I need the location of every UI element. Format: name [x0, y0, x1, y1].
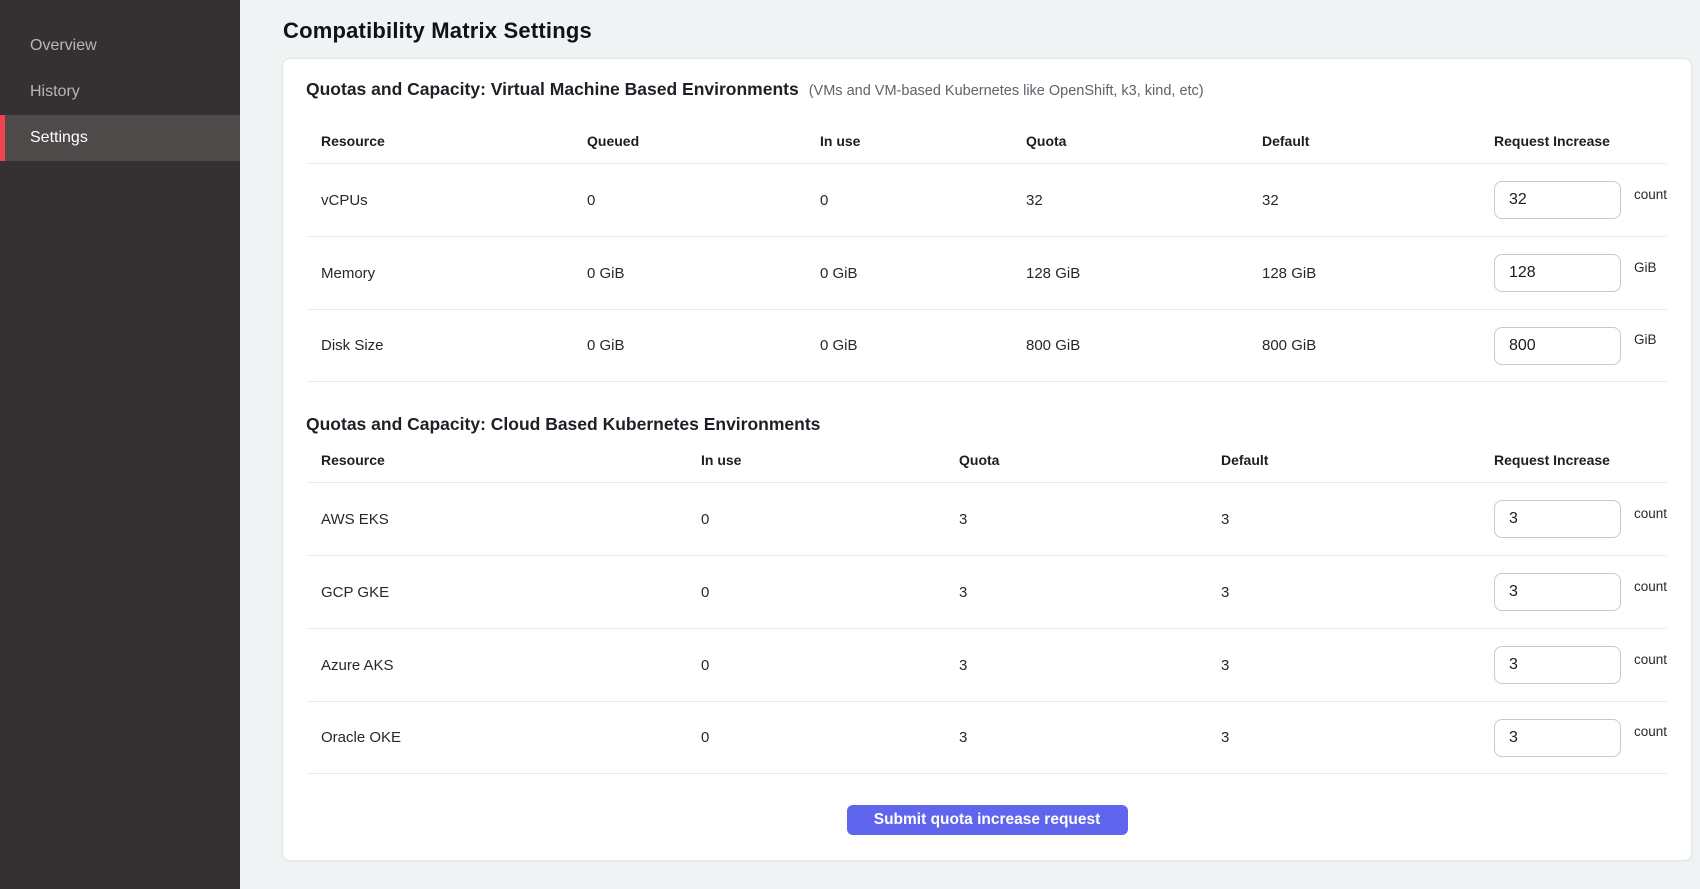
vm-quota-table: Resource Queued In use Quota Default Req… — [307, 101, 1667, 382]
cell-in-use: 0 — [806, 192, 1012, 209]
unit-label: count — [1634, 187, 1667, 202]
cell-in-use: 0 GiB — [806, 265, 1012, 282]
cell-request-increase: count — [1480, 181, 1667, 219]
cell-request-increase: count — [1480, 573, 1667, 611]
unit-label: count — [1634, 579, 1667, 594]
cell-quota: 3 — [945, 511, 1207, 528]
cell-request-increase: GiB — [1480, 254, 1667, 292]
cell-in-use: 0 — [687, 584, 945, 601]
table-row: Disk Size0 GiB0 GiB800 GiB800 GiBGiB — [307, 309, 1667, 382]
request-increase-input[interactable] — [1494, 646, 1621, 684]
cell-default: 3 — [1207, 584, 1480, 601]
cell-request-increase: count — [1480, 646, 1667, 684]
cell-request-increase: count — [1480, 500, 1667, 538]
table-row: Azure AKS033count — [307, 628, 1667, 701]
cell-in-use: 0 — [687, 657, 945, 674]
cell-quota: 32 — [1012, 192, 1248, 209]
column-header-default: Default — [1248, 101, 1480, 163]
column-header-request-increase: Request Increase — [1480, 436, 1667, 482]
cell-quota: 800 GiB — [1012, 337, 1248, 354]
cell-in-use: 0 — [687, 511, 945, 528]
submit-row: Submit quota increase request — [307, 774, 1667, 835]
cloud-table-body: AWS EKS033countGCP GKE033countAzure AKS0… — [307, 482, 1667, 774]
cell-resource: Oracle OKE — [307, 729, 687, 746]
settings-card: Quotas and Capacity: Virtual Machine Bas… — [282, 58, 1692, 861]
cloud-section-header: Quotas and Capacity: Cloud Based Kuberne… — [306, 412, 1667, 436]
cell-resource: GCP GKE — [307, 584, 687, 601]
vm-table-body: vCPUs003232countMemory0 GiB0 GiB128 GiB1… — [307, 163, 1667, 382]
column-header-default: Default — [1207, 436, 1480, 482]
request-increase-input[interactable] — [1494, 327, 1621, 365]
cell-in-use: 0 — [687, 729, 945, 746]
unit-label: count — [1634, 652, 1667, 667]
table-row: Oracle OKE033count — [307, 701, 1667, 774]
table-row: vCPUs003232count — [307, 163, 1667, 236]
vm-section-title: Quotas and Capacity: Virtual Machine Bas… — [306, 77, 799, 101]
submit-quota-increase-button[interactable]: Submit quota increase request — [847, 805, 1128, 835]
column-header-in-use: In use — [687, 436, 945, 482]
cell-default: 3 — [1207, 657, 1480, 674]
request-increase-input[interactable] — [1494, 719, 1621, 757]
sidebar-item-settings[interactable]: Settings — [0, 115, 240, 161]
cloud-quota-table: Resource In use Quota Default Request In… — [307, 436, 1667, 774]
request-increase-input[interactable] — [1494, 254, 1621, 292]
cloud-quota-section: Quotas and Capacity: Cloud Based Kuberne… — [307, 412, 1667, 774]
main-content: Compatibility Matrix Settings Quotas and… — [240, 0, 1700, 889]
cloud-table-header-row: Resource In use Quota Default Request In… — [307, 436, 1667, 482]
cell-resource: vCPUs — [307, 192, 573, 209]
cell-quota: 3 — [945, 584, 1207, 601]
cell-queued: 0 GiB — [573, 337, 806, 354]
cell-request-increase: count — [1480, 719, 1667, 757]
cell-default: 3 — [1207, 511, 1480, 528]
column-header-queued: Queued — [573, 101, 806, 163]
vm-section-subtitle: (VMs and VM-based Kubernetes like OpenSh… — [809, 83, 1204, 99]
cell-request-increase: GiB — [1480, 327, 1667, 365]
column-header-resource: Resource — [307, 436, 687, 482]
cell-default: 800 GiB — [1248, 337, 1480, 354]
page-title: Compatibility Matrix Settings — [283, 18, 1692, 44]
request-increase-input[interactable] — [1494, 573, 1621, 611]
table-row: GCP GKE033count — [307, 555, 1667, 628]
cell-quota: 3 — [945, 657, 1207, 674]
cell-resource: Memory — [307, 265, 573, 282]
table-row: Memory0 GiB0 GiB128 GiB128 GiBGiB — [307, 236, 1667, 309]
app-window: Overview History Settings Compatibility … — [0, 0, 1700, 889]
unit-label: count — [1634, 506, 1667, 521]
column-header-quota: Quota — [1012, 101, 1248, 163]
cell-queued: 0 — [573, 192, 806, 209]
cloud-section-title: Quotas and Capacity: Cloud Based Kuberne… — [306, 412, 820, 436]
request-increase-input[interactable] — [1494, 181, 1621, 219]
cell-quota: 128 GiB — [1012, 265, 1248, 282]
cell-resource: Disk Size — [307, 337, 573, 354]
cell-resource: Azure AKS — [307, 657, 687, 674]
cell-default: 3 — [1207, 729, 1480, 746]
cell-default: 32 — [1248, 192, 1480, 209]
sidebar-item-history[interactable]: History — [0, 69, 240, 115]
cell-resource: AWS EKS — [307, 511, 687, 528]
sidebar: Overview History Settings — [0, 0, 240, 889]
vm-table-header-row: Resource Queued In use Quota Default Req… — [307, 101, 1667, 163]
cell-in-use: 0 GiB — [806, 337, 1012, 354]
column-header-resource: Resource — [307, 101, 573, 163]
unit-label: GiB — [1634, 260, 1657, 275]
column-header-request-increase: Request Increase — [1480, 101, 1667, 163]
vm-quota-section: Quotas and Capacity: Virtual Machine Bas… — [307, 77, 1667, 382]
table-row: AWS EKS033count — [307, 482, 1667, 555]
cell-queued: 0 GiB — [573, 265, 806, 282]
sidebar-item-overview[interactable]: Overview — [0, 23, 240, 69]
vm-section-header: Quotas and Capacity: Virtual Machine Bas… — [306, 77, 1667, 101]
cell-default: 128 GiB — [1248, 265, 1480, 282]
column-header-in-use: In use — [806, 101, 1012, 163]
unit-label: GiB — [1634, 332, 1657, 347]
column-header-quota: Quota — [945, 436, 1207, 482]
cell-quota: 3 — [945, 729, 1207, 746]
unit-label: count — [1634, 724, 1667, 739]
request-increase-input[interactable] — [1494, 500, 1621, 538]
